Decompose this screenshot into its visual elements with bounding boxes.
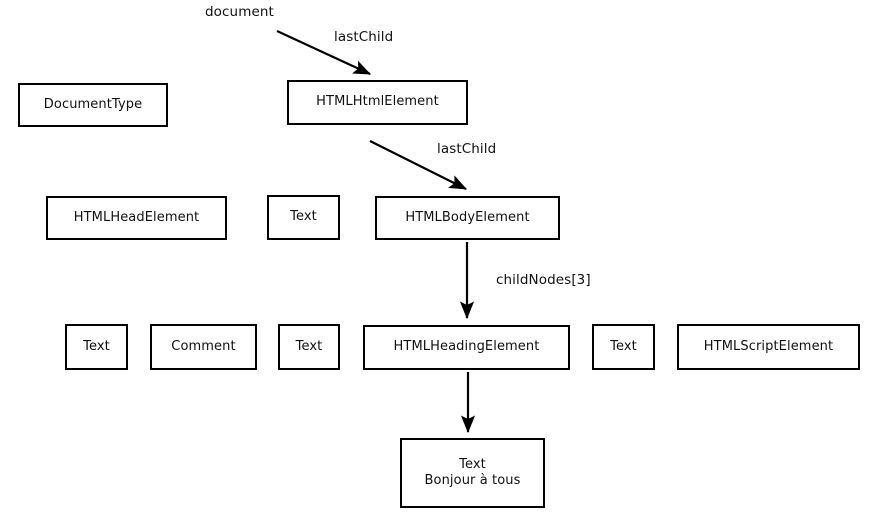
dom-tree-diagram: DocumentType HTMLHtmlElement HTMLHeadEle… [0, 0, 880, 527]
node-htmlheadingelement[interactable]: HTMLHeadingElement [363, 325, 570, 370]
edge-label-childnodes: childNodes[3] [496, 272, 591, 288]
node-htmlhtmlelement[interactable]: HTMLHtmlElement [287, 80, 468, 125]
node-label: Text [295, 338, 323, 354]
node-label: Text [290, 209, 317, 225]
node-label: Text [83, 338, 110, 354]
node-htmlscriptelement[interactable]: HTMLScriptElement [677, 324, 860, 370]
node-htmlheadelement[interactable]: HTMLHeadElement [46, 196, 227, 240]
node-documenttype[interactable]: DocumentType [18, 83, 168, 127]
edge-label-lastchild-html: lastChild [334, 29, 394, 45]
node-text-bonjour[interactable]: Text Bonjour à tous [400, 438, 545, 508]
node-htmlbodyelement[interactable]: HTMLBodyElement [375, 196, 560, 240]
edge-label-lastchild-body: lastChild [437, 141, 497, 157]
node-comment[interactable]: Comment [150, 324, 257, 370]
node-label: Comment [171, 338, 236, 354]
node-label: HTMLScriptElement [703, 338, 834, 354]
node-text-body-2[interactable]: Text [278, 324, 340, 370]
node-label: Text [610, 338, 637, 354]
leaf-node-type-label: Text [459, 456, 486, 472]
node-label: HTMLHtmlElement [316, 94, 439, 110]
node-text-body-1[interactable]: Text [65, 324, 128, 370]
node-label: DocumentType [43, 96, 143, 112]
leaf-node-lines: Text Bonjour à tous [425, 457, 521, 490]
node-text-body-3[interactable]: Text [592, 324, 655, 370]
node-label: HTMLHeadElement [73, 209, 200, 225]
node-label: HTMLBodyElement [405, 209, 530, 225]
node-label: HTMLHeadingElement [393, 339, 540, 355]
leaf-node-content-label: Bonjour à tous [424, 473, 521, 488]
edge-label-document: document [205, 4, 274, 20]
node-text-head-sibling[interactable]: Text [267, 195, 340, 240]
